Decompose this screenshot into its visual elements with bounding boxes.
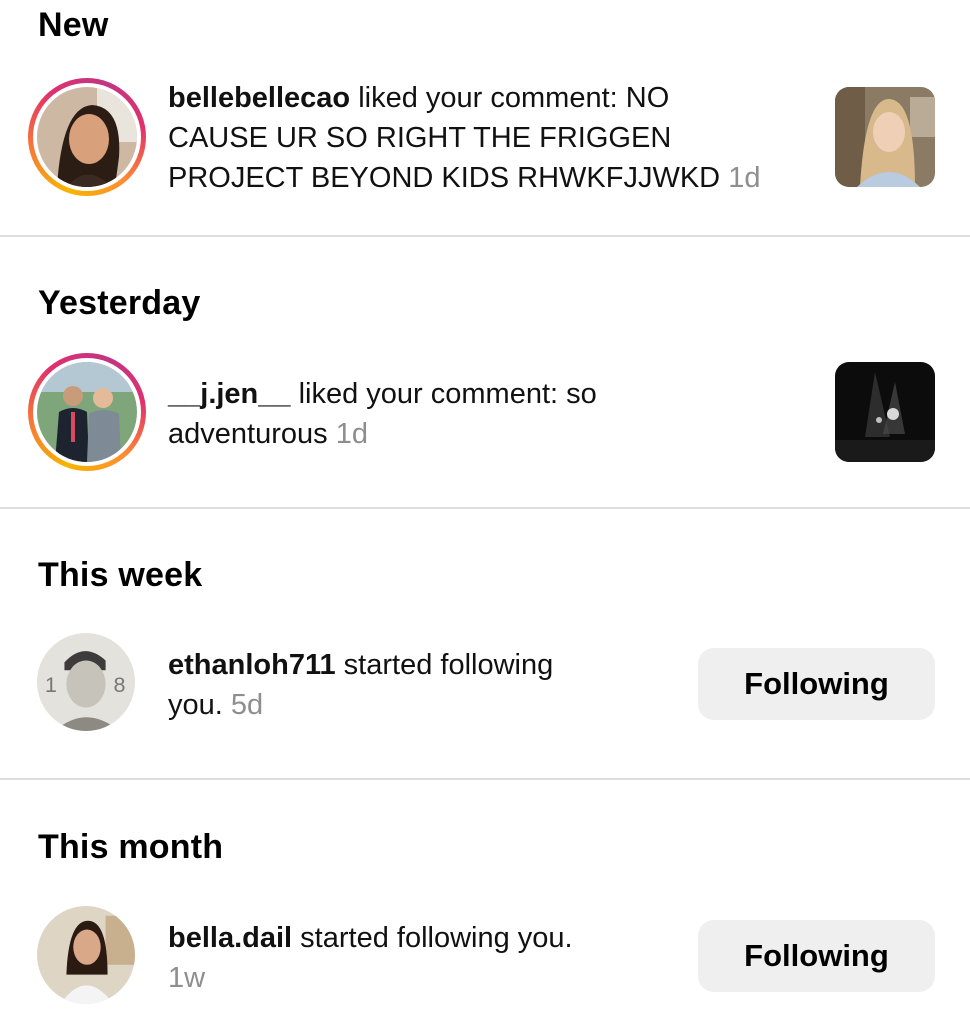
section-title-this-week: This week	[38, 556, 203, 594]
divider	[0, 235, 970, 237]
notification-action: started following you.	[292, 922, 573, 954]
notification-text[interactable]: __j.jen__ liked your comment: so adventu…	[168, 374, 597, 454]
profile-photo	[37, 906, 135, 1004]
post-thumbnail[interactable]	[835, 362, 935, 462]
following-button[interactable]: Following	[698, 920, 935, 992]
notification-action: liked your comment: NO	[350, 82, 670, 114]
section-title-yesterday: Yesterday	[38, 284, 201, 322]
notification-action: you.	[168, 689, 223, 721]
username[interactable]: __j.jen__	[168, 378, 291, 410]
profile-photo	[37, 362, 137, 462]
comment-line: PROJECT BEYOND KIDS RHWKFJJWKD	[168, 162, 721, 194]
notification-action: liked your comment: so	[290, 378, 597, 410]
following-button[interactable]: Following	[698, 648, 935, 720]
avatar-ethanloh711[interactable]: 1 8	[37, 633, 135, 731]
timestamp: 5d	[230, 689, 264, 721]
username[interactable]: bella.dail	[168, 922, 292, 954]
post-thumbnail[interactable]	[835, 87, 935, 187]
divider	[0, 778, 970, 780]
notification-text[interactable]: ethanloh711 started following you. 5d	[168, 645, 553, 725]
timestamp: 1d	[335, 418, 368, 450]
avatar-j-jen[interactable]	[28, 353, 146, 471]
notification-text[interactable]: bella.dail started following you. 1w	[168, 918, 573, 998]
avatar-bellebellecao[interactable]	[28, 78, 146, 196]
section-title-this-month: This month	[38, 828, 224, 866]
profile-photo: 1 8	[37, 633, 135, 731]
svg-text:1: 1	[45, 672, 57, 697]
notification-text[interactable]: bellebellecao liked your comment: NO CAU…	[168, 78, 760, 198]
notification-action: started following	[335, 649, 554, 681]
timestamp: 1d	[728, 162, 761, 194]
comment-line: CAUSE UR SO RIGHT THE FRIGGEN	[168, 122, 672, 154]
section-title-new: New	[38, 6, 109, 44]
comment-line: adventurous	[168, 418, 328, 450]
profile-photo	[37, 87, 137, 187]
timestamp: 1w	[168, 962, 206, 994]
avatar-bella-dail[interactable]	[37, 906, 135, 1004]
divider	[0, 507, 970, 509]
username[interactable]: bellebellecao	[168, 82, 350, 114]
username[interactable]: ethanloh711	[168, 649, 336, 681]
svg-text:8: 8	[113, 672, 125, 697]
